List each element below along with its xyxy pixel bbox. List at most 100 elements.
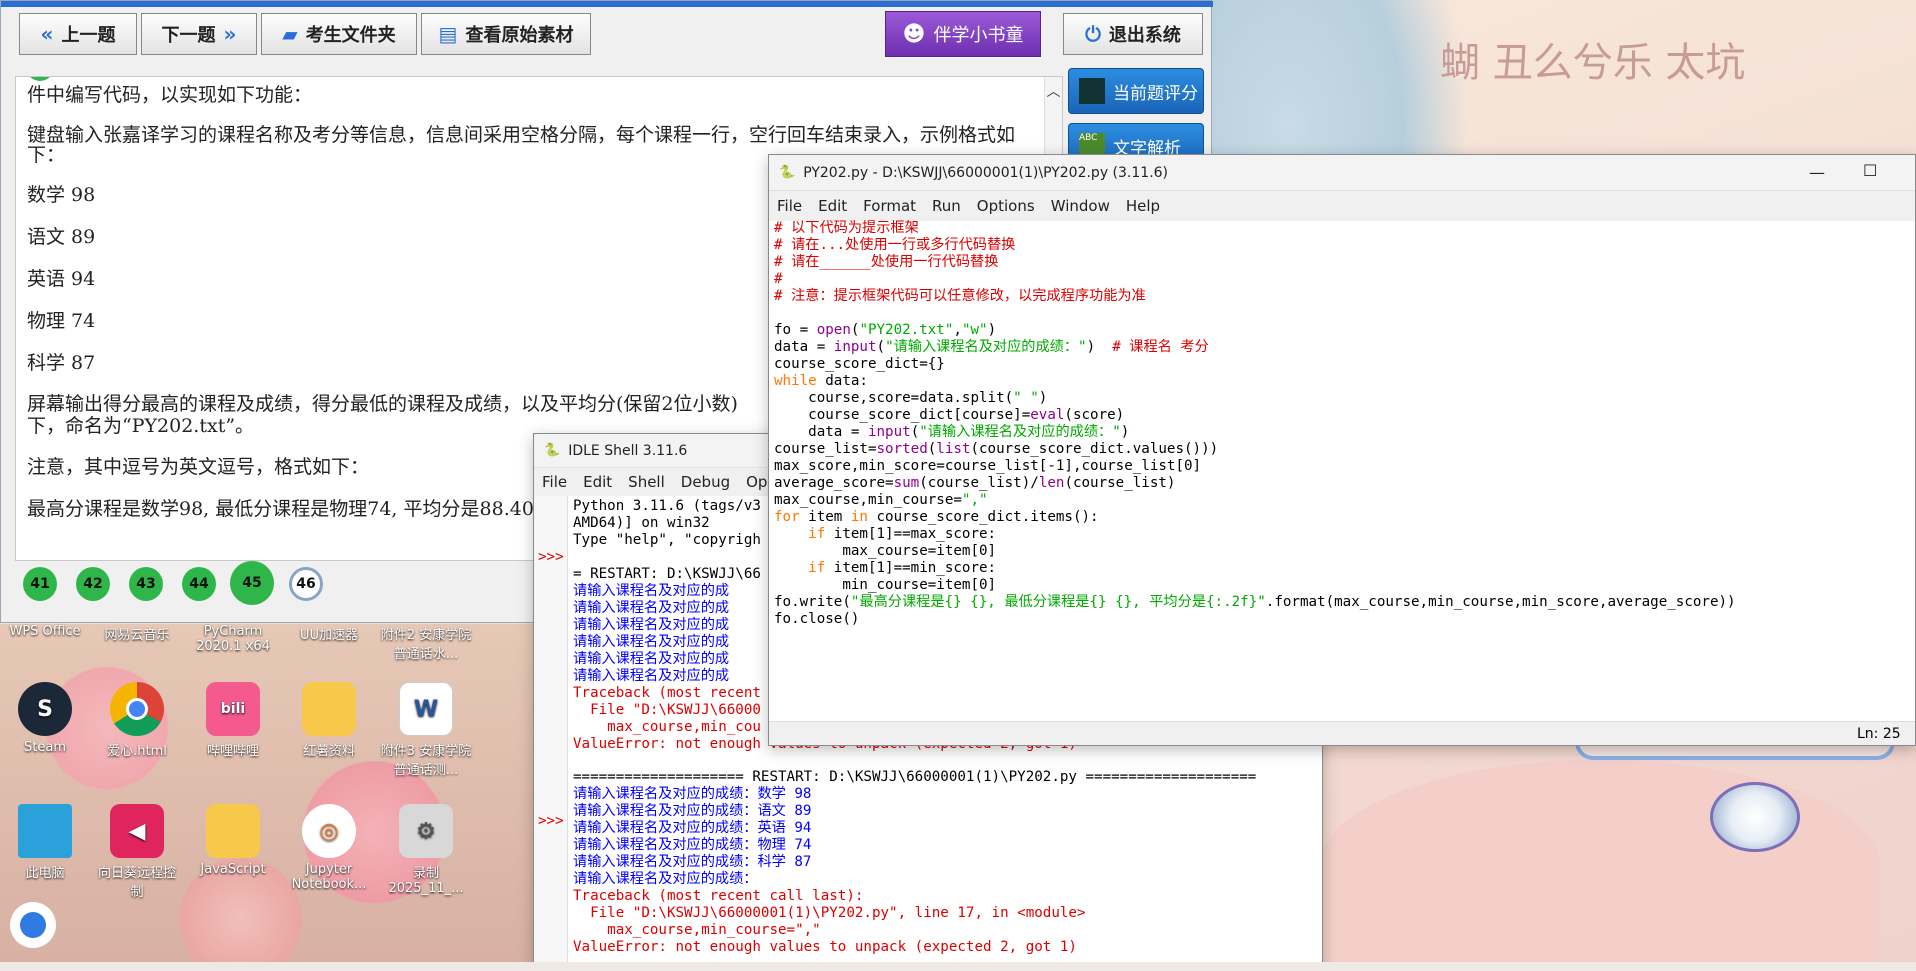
assistant-label: 伴学小书童 [933,25,1024,46]
status-dot [26,77,54,81]
folder-icon: ▰ [282,22,298,46]
desktop-icon-bilibili[interactable]: bili 哔哩哔哩 [188,682,278,759]
desktop-icon-javascript[interactable]: JavaScript [188,804,278,877]
desktop-icon-steam[interactable]: S Steam [0,682,90,755]
code-line[interactable]: average_score=sum(course_list)/len(cours… [774,475,1914,492]
desktop-icon-wps[interactable]: WPS Office [0,624,90,639]
menu-debug[interactable]: Debug [673,473,738,491]
floating-assistant-icon[interactable] [1710,782,1800,852]
folder-icon [206,804,260,858]
editor-titlebar[interactable]: 🐍 PY202.py - D:\KSWJJ\66000001(1)\PY202.… [769,155,1915,191]
exit-system-button[interactable]: ⏻ 退出系统 [1063,13,1203,55]
steam-icon: S [18,682,72,736]
code-line[interactable]: course,score=data.split(" ") [774,390,1914,407]
code-line[interactable]: data = input("请输入课程名及对应的成绩：") [774,424,1914,441]
monitor-icon [18,804,72,858]
question-number-button[interactable]: 41 [23,567,57,601]
code-line[interactable]: course_score_dict={} [774,356,1914,373]
desktop-icon-recording[interactable]: ⚙ 录制 2025_11_... [376,804,476,896]
desktop-icon-jupyter[interactable]: ◎ Jupyter Notebook... [284,804,374,892]
desktop-icon-folder[interactable]: 红薯资料 [284,682,374,759]
code-line[interactable]: fo.write("最高分课程是{} {}, 最低分课程是{} {}, 平均分是… [774,594,1914,611]
code-line[interactable]: # 请在______处使用一行代码替换 [774,254,1914,271]
question-number-button[interactable]: 42 [76,567,110,601]
desktop-icon-label: PyCharm 2020.1 x64 [196,624,270,654]
gear-file-icon: ⚙ [399,804,453,858]
question-number-button[interactable]: 44 [182,567,216,601]
desktop-icon-this-pc[interactable]: 此电脑 [0,804,90,881]
code-line[interactable]: # 请在...处使用一行或多行代码替换 [774,237,1914,254]
desktop-icon-netease-music[interactable]: 网易云音乐 [92,624,182,643]
desktop-icon-label: Jupyter Notebook... [291,862,367,892]
code-line[interactable]: course_score_dict[course]=eval(score) [774,407,1914,424]
floating-ball-icon[interactable] [10,902,56,948]
code-line[interactable]: if item[1]==max_score: [774,526,1914,543]
desktop-icon-attachment3[interactable]: W 附件3 安康学院普通话测... [376,682,476,778]
code-line[interactable]: # 以下代码为提示框架 [774,220,1914,237]
power-icon: ⏻ [1085,22,1101,46]
code-line[interactable]: # [774,271,1914,288]
candidate-folder-button[interactable]: ▰ 考生文件夹 [261,13,417,55]
shell-output-bottom: ==================== RESTART: D:\KSWJJ\6… [573,769,1256,956]
word-icon: W [399,682,453,736]
menu-help[interactable]: Help [1118,197,1168,215]
scroll-up-icon[interactable]: ︿ [1045,81,1062,101]
code-line[interactable]: course_list=sorted(list(course_score_dic… [774,441,1914,458]
code-line[interactable]: while data: [774,373,1914,390]
shell-line: 请输入课程名及对应的成绩： [573,871,758,887]
desktop-icon-label: 爱心.html [107,744,167,759]
double-left-icon: « [40,22,54,46]
prev-question-button[interactable]: « 上一题 [19,13,137,55]
shell-line: 请输入课程名及对应的成绩：科学 87 [573,854,812,870]
robot-icon: ☻ [902,21,926,47]
menu-shell[interactable]: Shell [620,473,673,491]
code-line[interactable]: for item in course_score_dict.items(): [774,509,1914,526]
code-editor[interactable]: # 以下代码为提示框架 # 请在...处使用一行或多行代码替换 # 请在______… [774,220,1914,720]
desktop-icon-sunflower[interactable]: ◀ 向日葵远程控制 [92,804,182,900]
question-number-button[interactable]: 46 [289,567,323,601]
shell-title: IDLE Shell 3.11.6 [568,442,688,459]
shell-prompt: >>> [538,549,564,565]
next-question-button[interactable]: 下一题 » [141,13,257,55]
menu-file[interactable]: File [769,197,810,215]
question-number-button[interactable]: 43 [129,567,163,601]
menu-run[interactable]: Run [924,197,969,215]
code-line[interactable]: fo = open("PY202.txt","w") [774,322,1914,339]
assistant-button[interactable]: ☻ 伴学小书童 [885,11,1041,57]
view-material-button[interactable]: ▤ 查看原始素材 [421,13,591,55]
desktop-icon-label: 红薯资料 [302,744,355,759]
score-label: 当前题评分 [1113,83,1198,104]
desktop-icon-pycharm[interactable]: PyCharm 2020.1 x64 [188,624,278,654]
code-line[interactable]: max_score,min_score=course_list[-1],cour… [774,458,1914,475]
score-current-button[interactable]: 当前题评分 [1068,68,1204,114]
exam-top-accent [1,1,1213,7]
code-line[interactable] [774,305,1914,322]
desktop-icon-uu[interactable]: UU加速器 [284,624,374,643]
minimize-icon[interactable]: — [1809,163,1825,182]
desktop-icon-label: 附件2 安康学院普通话水... [380,628,472,662]
maximize-icon[interactable]: ☐ [1863,161,1877,180]
shell-line: ValueError: not enough values to unpack … [573,939,1077,955]
desktop-icon-chrome-html[interactable]: 爱心.html [92,682,182,759]
menu-format[interactable]: Format [855,197,924,215]
idle-editor-window: 🐍 PY202.py - D:\KSWJJ\66000001(1)\PY202.… [768,154,1916,746]
question-number-button[interactable]: 45 [230,561,274,605]
shell-line: max_course,min_course="," [573,922,821,938]
jupyter-icon: ◎ [302,804,356,858]
sunflower-remote-icon: ◀ [110,804,164,858]
code-line[interactable]: # 注意：提示框架代码可以任意修改，以完成程序功能为准 [774,288,1914,305]
menu-edit[interactable]: Edit [810,197,855,215]
code-line[interactable]: max_course=item[0] [774,543,1914,560]
code-line[interactable]: if item[1]==min_score: [774,560,1914,577]
desktop-icon-label: 附件3 安康学院普通话测... [380,744,472,778]
menu-edit[interactable]: Edit [575,473,620,491]
code-line[interactable]: data = input("请输入课程名及对应的成绩：") # 课程名 考分 [774,339,1914,356]
code-line[interactable]: max_course,min_course="," [774,492,1914,509]
code-line[interactable]: min_course=item[0] [774,577,1914,594]
menu-file[interactable]: File [534,473,575,491]
menu-window[interactable]: Window [1043,197,1118,215]
menu-options[interactable]: Options [969,197,1043,215]
code-line[interactable]: fo.close() [774,611,1914,628]
desktop-icon-attachment2[interactable]: 附件2 安康学院普通话水... [376,624,476,662]
material-label: 查看原始素材 [465,25,574,46]
